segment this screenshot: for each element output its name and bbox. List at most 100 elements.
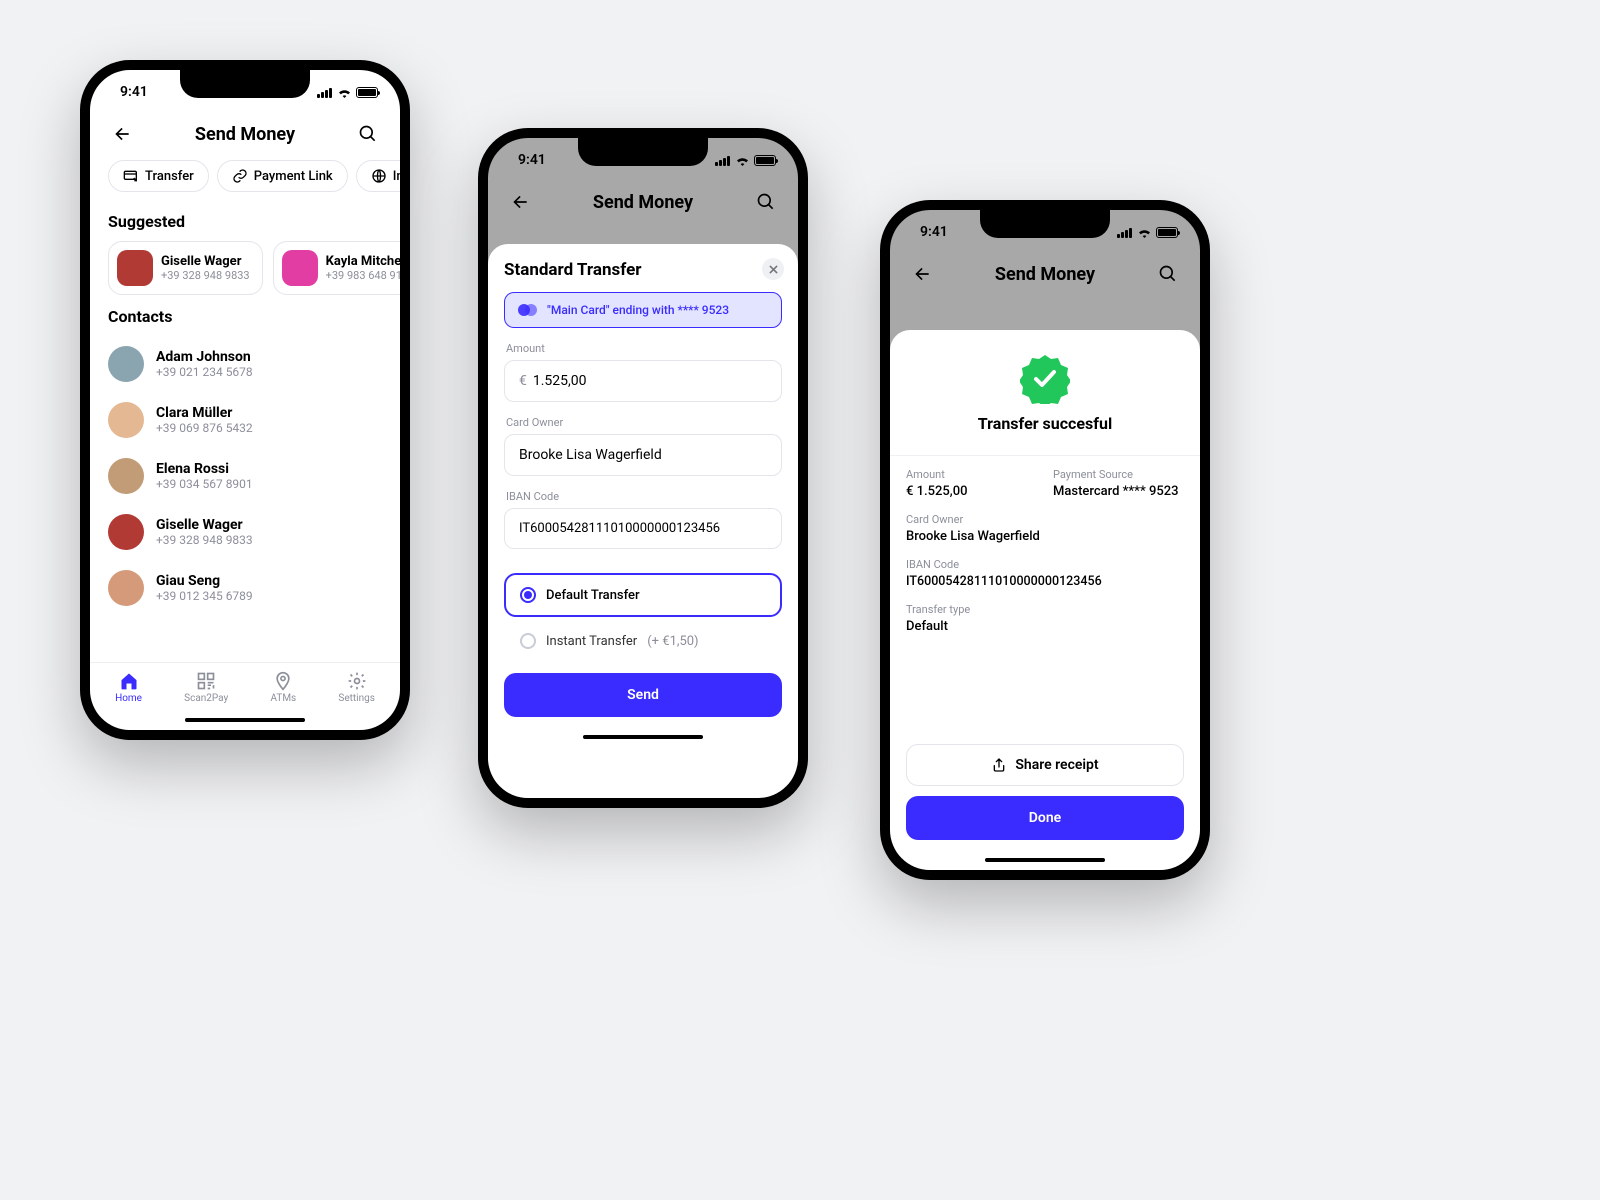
signal-icon bbox=[1117, 227, 1133, 238]
contact-row[interactable]: Adam Johnson +39 021 234 5678 bbox=[90, 336, 400, 392]
status-indicators bbox=[1117, 227, 1178, 238]
close-icon bbox=[769, 265, 778, 274]
chip-international[interactable]: In bbox=[356, 160, 400, 192]
battery-icon bbox=[754, 155, 776, 166]
avatar bbox=[117, 250, 153, 286]
arrow-left-icon bbox=[112, 124, 132, 144]
option-label: Instant Transfer bbox=[546, 634, 637, 649]
contact-row[interactable]: Giau Seng +39 012 345 6789 bbox=[90, 560, 400, 616]
tab-label: Settings bbox=[338, 693, 375, 704]
sheet-title: Standard Transfer bbox=[504, 260, 782, 280]
avatar bbox=[282, 250, 318, 286]
back-button[interactable] bbox=[108, 120, 136, 148]
option-instant-transfer[interactable]: Instant Transfer (+ €1,50) bbox=[504, 623, 782, 659]
success-sheet: Transfer succesful Amount € 1.525,00 Pay… bbox=[890, 330, 1200, 870]
back-button[interactable] bbox=[908, 260, 936, 288]
iban-value: IT60005428111010000000123456 bbox=[519, 521, 720, 536]
contact-name: Giselle Wager bbox=[156, 517, 253, 533]
divider bbox=[890, 455, 1200, 456]
suggested-contact[interactable]: Giselle Wager +39 328 948 9833 bbox=[108, 241, 263, 295]
contact-name: Giau Seng bbox=[156, 573, 253, 589]
phone-transfer-form: 9:41 Send Money Standard Transfer bbox=[478, 128, 808, 808]
contact-phone: +39 021 234 5678 bbox=[156, 365, 253, 379]
filter-chips: Transfer Payment Link In bbox=[90, 160, 400, 204]
contact-phone: +39 012 345 6789 bbox=[156, 589, 253, 603]
qr-icon bbox=[196, 671, 216, 691]
wifi-icon bbox=[735, 155, 750, 166]
chip-label: Payment Link bbox=[254, 169, 333, 184]
signal-icon bbox=[317, 87, 333, 98]
kv-source: Payment Source Mastercard **** 9523 bbox=[1053, 468, 1184, 499]
share-icon bbox=[991, 757, 1007, 773]
home-indicator bbox=[504, 727, 782, 747]
suggested-contact[interactable]: Kayla Mitche +39 983 648 91 bbox=[273, 241, 400, 295]
contact-row[interactable]: Giselle Wager +39 328 948 9833 bbox=[90, 504, 400, 560]
tab-label: ATMs bbox=[270, 693, 296, 704]
contact-name: Adam Johnson bbox=[156, 349, 253, 365]
option-label: Default Transfer bbox=[546, 588, 640, 603]
share-receipt-button[interactable]: Share receipt bbox=[906, 744, 1184, 786]
suggested-heading: Suggested bbox=[90, 204, 400, 241]
kv-key: Transfer type bbox=[906, 603, 1184, 616]
suggested-row[interactable]: Giselle Wager +39 328 948 9833 Kayla Mit… bbox=[90, 241, 400, 299]
chip-payment-link[interactable]: Payment Link bbox=[217, 160, 348, 192]
contact-row[interactable]: Clara Müller +39 069 876 5432 bbox=[90, 392, 400, 448]
done-button[interactable]: Done bbox=[906, 796, 1184, 840]
contact-row[interactable]: Elena Rossi +39 034 567 8901 bbox=[90, 448, 400, 504]
notch bbox=[578, 138, 708, 166]
owner-value: Brooke Lisa Wagerfield bbox=[519, 447, 662, 463]
kv-value: Mastercard **** 9523 bbox=[1053, 484, 1184, 499]
phone-send-money-list: 9:41 Send Money Transfer Payment bbox=[80, 60, 410, 740]
globe-icon bbox=[371, 168, 387, 184]
search-button[interactable] bbox=[1154, 260, 1182, 288]
contacts-heading: Contacts bbox=[90, 299, 400, 336]
kv-value: Default bbox=[906, 619, 1184, 634]
receipt-details: Amount € 1.525,00 Payment Source Masterc… bbox=[906, 468, 1184, 634]
tab-atms[interactable]: ATMs bbox=[270, 671, 296, 704]
option-default-transfer[interactable]: Default Transfer bbox=[504, 573, 782, 617]
home-indicator bbox=[90, 710, 400, 730]
kv-amount: Amount € 1.525,00 bbox=[906, 468, 1037, 499]
page-title: Send Money bbox=[593, 192, 693, 213]
kv-iban: IBAN Code IT60005428111010000000123456 bbox=[906, 558, 1184, 589]
page-title: Send Money bbox=[195, 124, 295, 145]
kv-value: Brooke Lisa Wagerfield bbox=[906, 529, 1184, 544]
search-button[interactable] bbox=[752, 188, 780, 216]
back-button[interactable] bbox=[506, 188, 534, 216]
arrow-left-icon bbox=[912, 264, 932, 284]
card-arrow-icon bbox=[123, 168, 139, 184]
search-button[interactable] bbox=[354, 120, 382, 148]
search-icon bbox=[1158, 264, 1178, 284]
tab-scan2pay[interactable]: Scan2Pay bbox=[184, 671, 228, 704]
status-time: 9:41 bbox=[920, 224, 948, 240]
contact-name: Giselle Wager bbox=[161, 254, 250, 269]
owner-input[interactable]: Brooke Lisa Wagerfield bbox=[504, 434, 782, 476]
page-header: Send Money bbox=[890, 254, 1200, 300]
wifi-icon bbox=[337, 87, 352, 98]
page-header: Send Money bbox=[90, 114, 400, 160]
kv-type: Transfer type Default bbox=[906, 603, 1184, 634]
tab-home[interactable]: Home bbox=[115, 671, 142, 704]
contact-name: Kayla Mitche bbox=[326, 254, 400, 269]
amount-value: 1.525,00 bbox=[533, 373, 587, 389]
share-label: Share receipt bbox=[1015, 757, 1098, 773]
search-icon bbox=[756, 192, 776, 212]
contact-phone: +39 069 876 5432 bbox=[156, 421, 253, 435]
close-button[interactable] bbox=[762, 258, 784, 280]
home-icon bbox=[119, 671, 139, 691]
kv-key: Amount bbox=[906, 468, 1037, 481]
arrow-left-icon bbox=[510, 192, 530, 212]
mastercard-icon bbox=[517, 303, 539, 317]
chip-transfer[interactable]: Transfer bbox=[108, 160, 209, 192]
send-button[interactable]: Send bbox=[504, 673, 782, 717]
link-icon bbox=[232, 168, 248, 184]
currency-symbol: € bbox=[519, 373, 527, 389]
iban-input[interactable]: IT60005428111010000000123456 bbox=[504, 508, 782, 549]
kv-key: Payment Source bbox=[1053, 468, 1184, 481]
tab-settings[interactable]: Settings bbox=[338, 671, 375, 704]
amount-input[interactable]: € 1.525,00 bbox=[504, 360, 782, 402]
contact-phone: +39 328 948 9833 bbox=[156, 533, 253, 547]
amount-label: Amount bbox=[506, 342, 782, 355]
card-pill-text: "Main Card" ending with **** 9523 bbox=[547, 303, 729, 317]
source-card-pill[interactable]: "Main Card" ending with **** 9523 bbox=[504, 292, 782, 328]
